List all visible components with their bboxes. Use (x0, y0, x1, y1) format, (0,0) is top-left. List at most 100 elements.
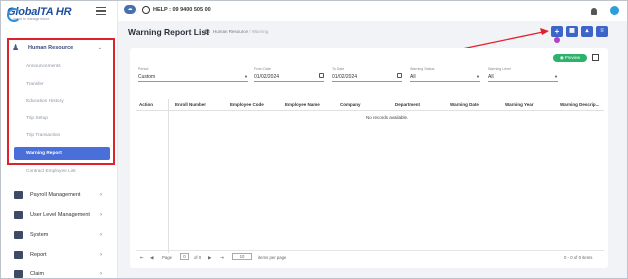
sidebar-item-label: User Level Management (30, 212, 90, 218)
to-date-underline (332, 81, 402, 82)
breadcrumb-human-resource[interactable]: Human Resource (213, 29, 248, 34)
first-page-icon[interactable]: ⇤ (140, 255, 144, 261)
table-header: Action Enroll Number Employee Code Emplo… (136, 99, 604, 111)
help-phone-text: HELP : 09 9400 505 00 (153, 6, 211, 13)
column-header-company[interactable]: Company (340, 102, 361, 107)
filter-icon: ≡ (600, 28, 604, 34)
sidebar-item-system[interactable]: System › (14, 229, 108, 241)
breadcrumb-separator: / (249, 29, 251, 34)
calendar-icon[interactable] (397, 73, 402, 78)
from-date-underline (254, 81, 324, 82)
chevron-down-icon: ⌄ (97, 45, 102, 51)
preview-button[interactable]: ◉ Preview (553, 54, 587, 62)
report-card: ◉ Preview Period Custom ▼ From Date 01/0… (130, 48, 608, 268)
column-header-department[interactable]: Department (395, 102, 420, 107)
sidebar-item-user-level-management[interactable]: User Level Management › (14, 209, 108, 221)
columns-grid-icon[interactable] (592, 54, 599, 61)
period-select[interactable]: Period Custom ▼ (138, 67, 248, 83)
items-per-page-label: items per page (258, 255, 287, 260)
sidebar-item-claim[interactable]: Claim › (14, 268, 108, 279)
warning-level-select[interactable]: Warning Level All ▼ (488, 67, 558, 83)
sidebar-item-label: Claim (30, 271, 45, 277)
app-logo[interactable]: GlobalTA HR guard to manage future (7, 6, 73, 28)
from-date-field[interactable]: From Date 01/02/2024 (254, 67, 324, 83)
sidebar-subitem-transfer[interactable]: Transfer (26, 82, 44, 87)
column-header-employee-name[interactable]: Employee Name (285, 102, 320, 107)
to-date-value: 01/02/2024 (332, 74, 358, 80)
sidebar-item-label: Human Resource (28, 45, 74, 51)
period-underline (138, 81, 248, 82)
help-line: ☁ HELP : 09 9400 505 00 (124, 5, 211, 14)
warning-status-select[interactable]: Warning Status All ▼ (410, 67, 480, 83)
claim-icon (14, 270, 23, 278)
home-icon[interactable]: ⚙ (204, 28, 210, 36)
column-header-employee-code[interactable]: Employee Code (230, 102, 264, 107)
filter-button[interactable]: ≡ (596, 26, 608, 37)
column-header-warning-year[interactable]: Warning Year (505, 102, 534, 107)
sidebar-item-label: Payroll Management (30, 192, 81, 198)
caret-down-icon: ▼ (554, 74, 558, 79)
chevron-right-icon: › (100, 252, 102, 258)
chevron-right-icon: › (100, 192, 102, 198)
print-icon: ▦ (569, 28, 575, 34)
add-button[interactable]: + (551, 26, 563, 37)
sidebar-item-payroll-management[interactable]: Payroll Management › (14, 189, 108, 201)
payroll-icon (14, 191, 23, 199)
action-column (136, 99, 169, 253)
column-header-enroll-number[interactable]: Enroll Number (175, 102, 206, 107)
sidebar-subitem-trip-transaction[interactable]: Trip Transaction (26, 133, 60, 138)
from-date-value: 01/02/2024 (254, 74, 280, 80)
page-label: Page (162, 255, 173, 260)
warning-status-label: Warning Status (410, 67, 435, 71)
print-button[interactable]: ▦ (566, 26, 578, 37)
sidebar-subitem-trip-setup[interactable]: Trip Setup (26, 116, 48, 121)
pagination-bar: ⇤ ◀ Page 0 of 0 ▶ ⇥ 10 items per page 0 … (136, 250, 604, 262)
sidebar-item-human-resource[interactable]: ♟ Human Resource ⌄ (12, 41, 108, 55)
warning-level-label: Warning Level (488, 67, 511, 71)
network-icon: ▴ (585, 28, 589, 34)
hamburger-menu-icon[interactable] (96, 7, 106, 16)
column-header-warning-description[interactable]: Warning Descrip... (560, 102, 599, 107)
settings-button[interactable]: ▴ (581, 26, 593, 37)
prev-page-icon[interactable]: ◀ (150, 255, 153, 261)
from-date-label: From Date (254, 67, 271, 71)
notification-bell-icon[interactable] (591, 8, 597, 15)
people-icon: ♟ (12, 43, 20, 52)
sidebar-subitem-warning-report[interactable]: Warning Report (14, 147, 110, 160)
empty-table-message: No records available. (366, 115, 409, 120)
add-button-badge (554, 37, 560, 43)
to-date-field[interactable]: To Date 01/02/2024 (332, 67, 402, 83)
cloud-icon[interactable]: ☁ (124, 5, 136, 14)
next-page-icon[interactable]: ▶ (208, 255, 211, 261)
pagination-summary: 0 - 0 of 0 items (564, 255, 593, 260)
page-of-text: of 0 (194, 255, 202, 260)
caret-down-icon: ▼ (244, 74, 248, 79)
page-number-input[interactable]: 0 (180, 253, 189, 260)
user-level-icon (14, 211, 23, 219)
breadcrumb: Human Resource / Warning (213, 29, 268, 34)
chevron-right-icon: › (100, 232, 102, 238)
warning-status-underline (410, 81, 480, 82)
warning-level-value: All (488, 74, 494, 80)
column-header-action[interactable]: Action (139, 102, 153, 107)
sidebar-item-report[interactable]: Report › (14, 249, 108, 261)
sidebar-subitem-announcements[interactable]: Announcements (26, 64, 61, 69)
warning-status-value: All (410, 74, 416, 80)
warning-level-underline (488, 81, 558, 82)
top-bar: ☁ HELP : 09 9400 505 00 (118, 1, 627, 21)
sidebar-item-label: Report (30, 252, 47, 258)
user-avatar[interactable] (610, 6, 619, 15)
calendar-icon[interactable] (319, 73, 324, 78)
chevron-right-icon: › (100, 271, 102, 277)
report-icon (14, 251, 23, 259)
period-label: Period (138, 67, 149, 71)
preview-label: Preview (564, 55, 581, 60)
page-size-select[interactable]: 10 (232, 253, 252, 260)
column-header-warning-date[interactable]: Warning Date (450, 102, 479, 107)
sidebar-subitem-education-history[interactable]: Education History (26, 99, 64, 104)
last-page-icon[interactable]: ⇥ (220, 255, 224, 261)
logo-swoosh-icon (7, 8, 21, 22)
sidebar-subitem-contract-employee-list[interactable]: Contract Employee List (26, 169, 76, 174)
whatsapp-icon (142, 5, 150, 14)
period-value: Custom (138, 74, 156, 80)
